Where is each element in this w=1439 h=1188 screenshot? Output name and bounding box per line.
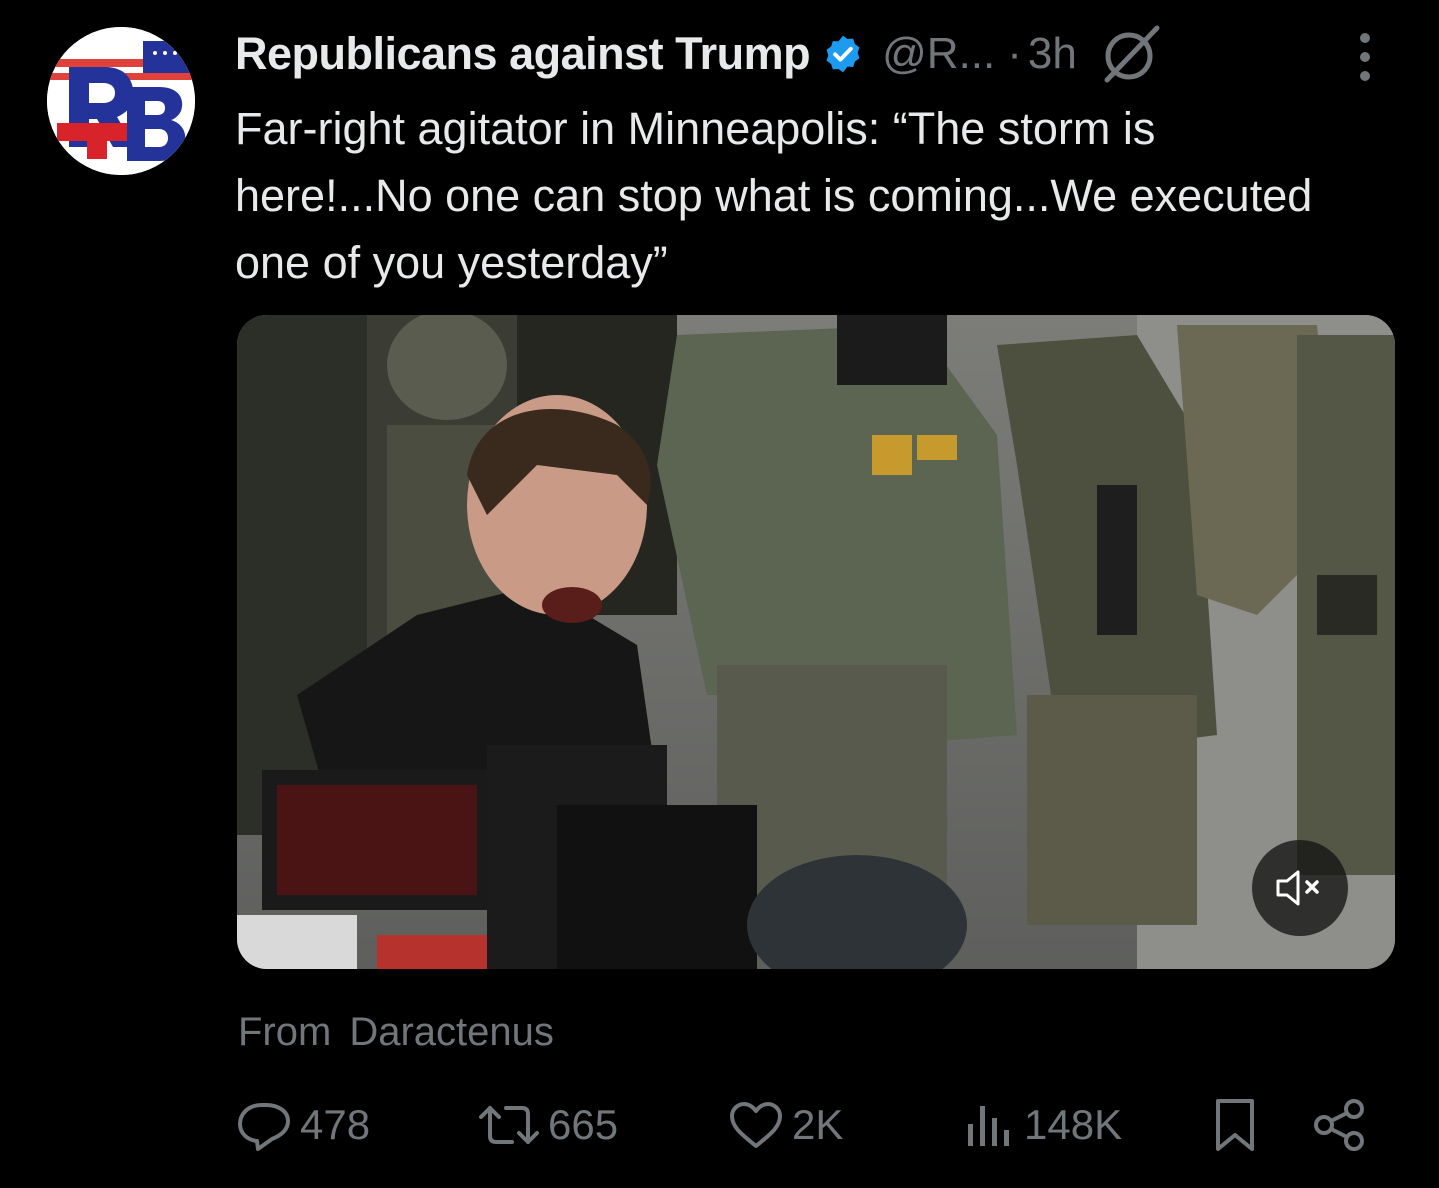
attribution-source[interactable]: Daractenus bbox=[349, 1010, 554, 1054]
reply-bubble-icon bbox=[238, 1103, 290, 1151]
bookmark-button[interactable] bbox=[1212, 1095, 1258, 1155]
tweet-header: Republicans against Trump @R... · 3h bbox=[235, 24, 1163, 84]
repost-button[interactable]: 665 bbox=[478, 1095, 618, 1155]
heart-icon bbox=[730, 1102, 782, 1148]
tweet-text: Far-right agitator in Minneapolis: “The … bbox=[235, 103, 1313, 288]
grok-icon[interactable] bbox=[1099, 24, 1163, 84]
rb-logo bbox=[47, 27, 195, 175]
bookmark-icon bbox=[1216, 1099, 1254, 1151]
author-handle[interactable]: @R... bbox=[882, 29, 995, 79]
media-attribution: From Daractenus bbox=[238, 1010, 554, 1055]
views-count: 148K bbox=[1024, 1101, 1123, 1148]
video-player[interactable] bbox=[237, 315, 1395, 969]
attribution-prefix: From bbox=[238, 1010, 332, 1054]
like-count: 2K bbox=[792, 1101, 844, 1148]
repost-icon bbox=[479, 1106, 539, 1144]
separator-dot: · bbox=[1007, 29, 1022, 78]
views-button[interactable]: 148K bbox=[962, 1095, 1122, 1155]
avatar[interactable] bbox=[47, 27, 195, 175]
share-icon bbox=[1314, 1099, 1364, 1151]
video-frame bbox=[237, 315, 1395, 969]
reply-button[interactable]: 478 bbox=[236, 1095, 370, 1155]
views-bar-chart-icon bbox=[968, 1106, 1009, 1146]
action-bar: 478 665 2K 148K bbox=[0, 1095, 1439, 1155]
verified-badge-icon[interactable] bbox=[822, 33, 864, 75]
timestamp[interactable]: 3h bbox=[1028, 29, 1077, 79]
share-button[interactable] bbox=[1312, 1095, 1368, 1155]
speaker-muted-icon bbox=[1276, 870, 1319, 906]
reply-count: 478 bbox=[300, 1101, 371, 1148]
mute-button[interactable] bbox=[1252, 840, 1348, 936]
repost-count: 665 bbox=[548, 1101, 619, 1148]
author-display-name[interactable]: Republicans against Trump bbox=[235, 28, 811, 80]
like-button[interactable]: 2K bbox=[728, 1095, 843, 1155]
more-vertical-icon[interactable] bbox=[1345, 30, 1385, 84]
